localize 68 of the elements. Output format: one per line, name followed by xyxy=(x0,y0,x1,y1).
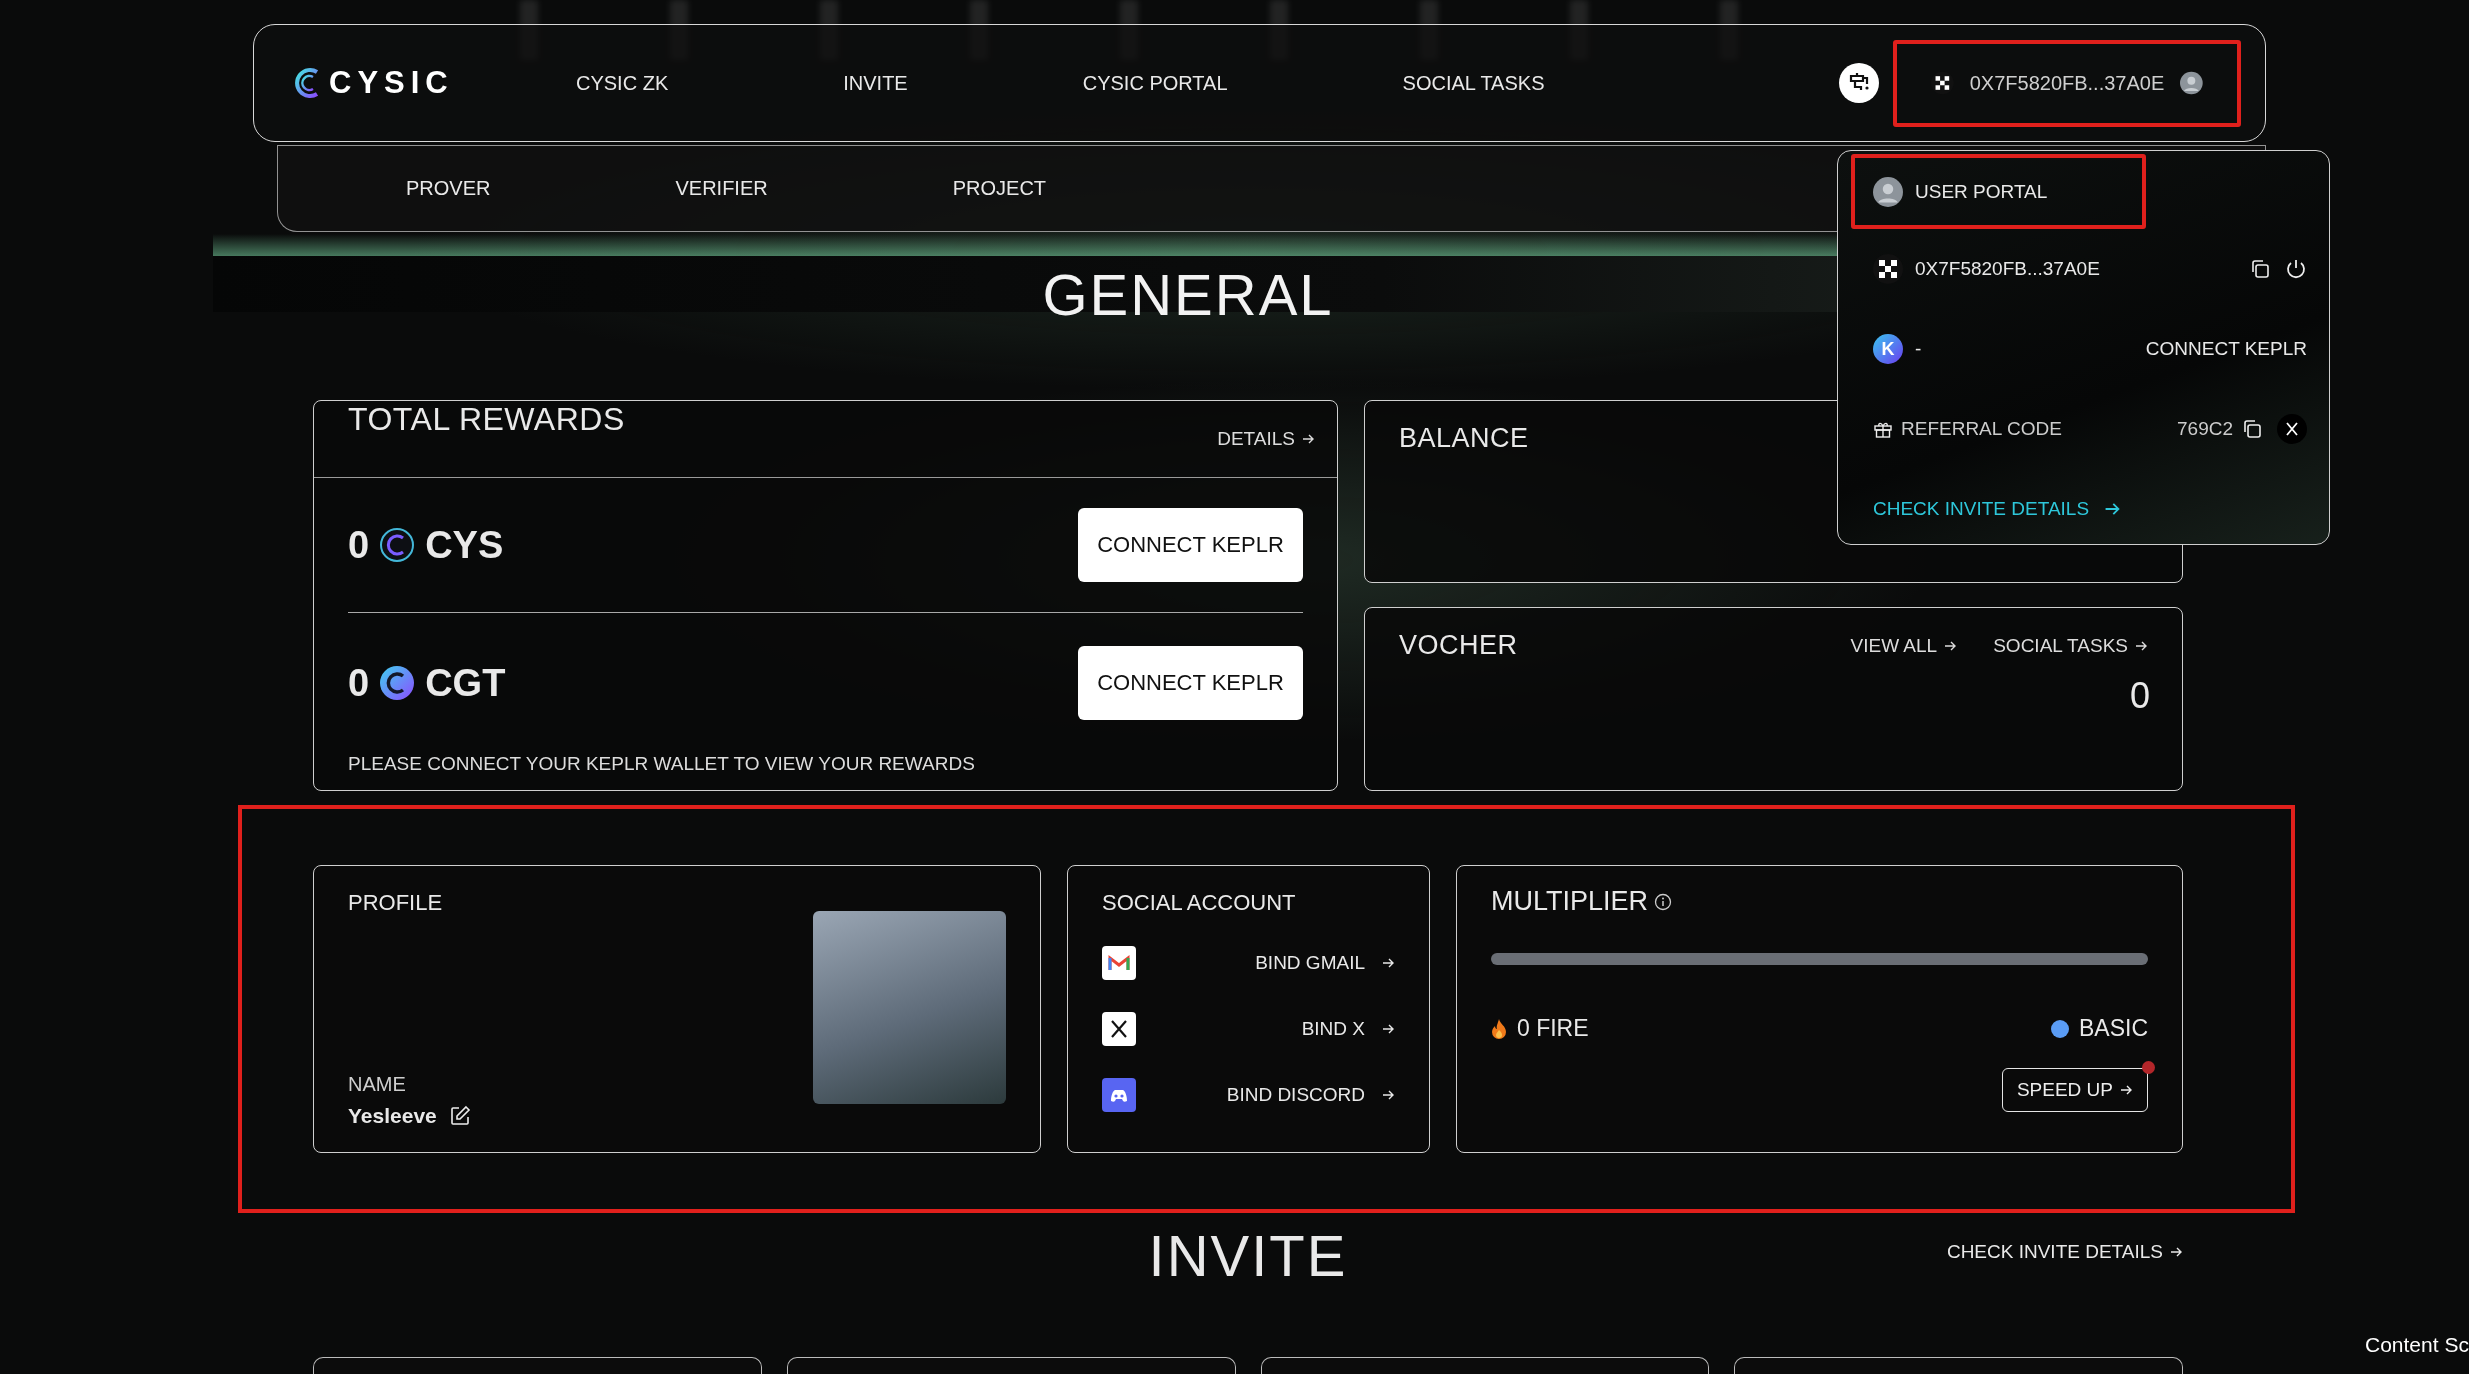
nav-link[interactable]: VERIFIER xyxy=(675,177,768,200)
text-link[interactable]: SOCIAL TASKS xyxy=(1993,634,2148,657)
copy-icon[interactable] xyxy=(2249,258,2271,280)
tier-label: BASIC xyxy=(2078,1015,2148,1042)
nav-link[interactable]: CYSIC PORTAL xyxy=(1082,71,1228,95)
avatar-icon xyxy=(1873,176,1903,207)
tap-icon[interactable] xyxy=(1839,63,1879,103)
text-link[interactable]: VIEW ALL xyxy=(1850,634,1958,657)
voucher-count: 0 xyxy=(2129,675,2150,717)
flame-icon xyxy=(1491,1017,1507,1040)
card-title: VOCHER xyxy=(1399,630,1518,661)
arrow-icon xyxy=(1381,1088,1395,1102)
nav-link[interactable]: INVITE xyxy=(843,71,908,95)
user-name: Yesleeve xyxy=(348,1104,437,1128)
nav-link[interactable]: PROVER xyxy=(406,177,491,200)
bind-link[interactable]: BIND X xyxy=(1301,1018,1395,1040)
bind-link[interactable]: BIND DISCORD xyxy=(1226,1084,1395,1106)
arrow-icon xyxy=(1381,956,1395,970)
power-icon[interactable] xyxy=(2285,258,2307,280)
game-controller-icon xyxy=(1102,1078,1136,1112)
card-title: SOCIAL ACCOUNT xyxy=(1102,890,1296,916)
connect-button[interactable]: CONNECT KEPLR xyxy=(1078,508,1303,582)
copy-icon[interactable] xyxy=(2241,418,2263,440)
wallet-address: 0X7F5820FB...37A0E xyxy=(1915,258,2100,280)
menu-item[interactable]: USER PORTAL xyxy=(1851,154,2146,229)
mail-icon xyxy=(1102,946,1136,980)
arrow-icon xyxy=(2119,1083,2133,1097)
token-amount: 0 xyxy=(348,661,370,705)
nav-link[interactable]: CYSIC ZK xyxy=(576,71,669,95)
token-symbol: CYS xyxy=(425,523,504,567)
card-title: BALANCE xyxy=(1399,423,1529,454)
keplr-address: - xyxy=(1915,338,1922,360)
token-icon xyxy=(379,527,416,563)
token-symbol: CGT xyxy=(425,661,506,705)
section-heading: INVITE xyxy=(1148,1221,1348,1289)
invite-details-link[interactable]: CHECK INVITE DETAILS xyxy=(1946,1241,2183,1263)
card-title: MULTIPLIER xyxy=(1491,886,1649,917)
corner-label: Content Sc xyxy=(2365,1333,2469,1357)
pixel-avatar-icon xyxy=(1873,254,1903,284)
fire-count: 0 FIRE xyxy=(1517,1015,1589,1042)
logo-wordmark: CYSIC xyxy=(329,65,454,101)
connect-keplr-link[interactable]: CONNECT KEPLR xyxy=(2145,338,2307,360)
referral-label: REFERRAL CODE xyxy=(1901,418,2062,440)
tier-dot xyxy=(2050,1019,2069,1038)
details-link[interactable]: DETAILS xyxy=(1217,428,1315,450)
hint-text: PLEASE CONNECT YOUR KEPLR WALLET TO VIEW YOUR REWARDS xyxy=(348,753,976,775)
wallet-button[interactable]: 0X7F5820FB...37A0E xyxy=(1893,39,2241,127)
invite-details-link[interactable]: CHECK INVITE DETAILS xyxy=(1873,498,2122,520)
card-title: TOTAL REWARDS xyxy=(348,401,625,438)
field-label: NAME xyxy=(348,1073,407,1096)
nav-link[interactable]: SOCIAL TASKS xyxy=(1402,71,1545,95)
section-heading: GENERAL xyxy=(1042,266,1334,324)
token-icon xyxy=(379,665,416,701)
arrow-icon xyxy=(2169,1245,2183,1259)
arrow-icon xyxy=(1301,432,1315,446)
edit-icon[interactable] xyxy=(448,1105,471,1127)
x-logo-icon[interactable] xyxy=(2277,414,2307,444)
bind-link[interactable]: BIND GMAIL xyxy=(1255,952,1395,974)
speed-up-button[interactable]: SPEED UP xyxy=(2001,1068,2148,1112)
arrow-icon xyxy=(1381,1022,1395,1036)
card-title: PROFILE xyxy=(348,890,443,916)
token-amount: 0 xyxy=(348,523,370,567)
keplr-badge: K xyxy=(1873,334,1903,364)
x-logo-icon xyxy=(1102,1012,1136,1046)
connect-button[interactable]: CONNECT KEPLR xyxy=(1078,646,1303,720)
referral-code: 769C2 xyxy=(2177,418,2233,440)
nav-link[interactable]: PROJECT xyxy=(952,177,1047,200)
info-icon[interactable] xyxy=(1654,892,1673,911)
